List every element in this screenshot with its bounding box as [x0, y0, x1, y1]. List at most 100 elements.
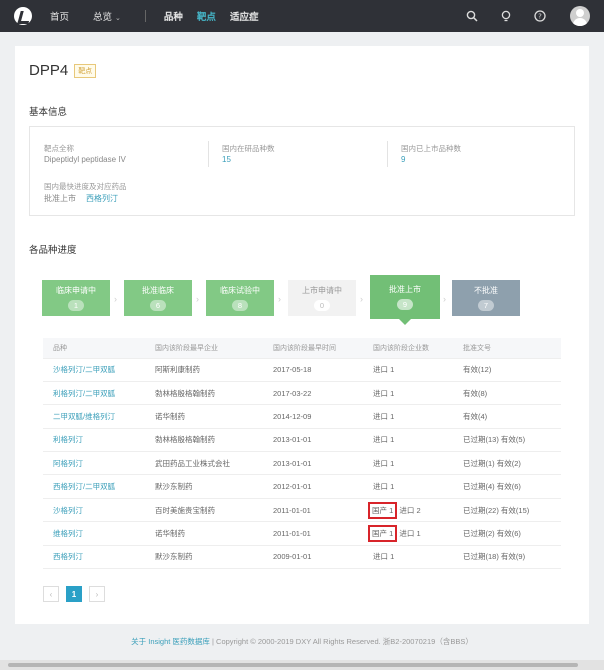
company-cell: 勃林格殷格翰制药 [145, 381, 263, 406]
table-row: 西格列汀 默沙东制药 2009-01-01 进口 1 已过期(18) 有效(9) [43, 545, 561, 570]
drug-name-link[interactable]: 维格列汀 [43, 521, 145, 546]
full-name-label: 靶点全称 [44, 144, 74, 153]
lightbulb-icon[interactable] [500, 10, 512, 22]
company-cell: 诺华制药 [145, 521, 263, 546]
page-1-button[interactable]: 1 [66, 586, 82, 602]
main-nav: 首页 总览 ⌄ 品种 靶点 适应症 [50, 0, 272, 32]
import-count: 进口 1 [399, 528, 421, 538]
count-cell: 进口 1 [363, 381, 453, 406]
fastest-drug-link[interactable]: 西格列汀 [86, 193, 118, 204]
company-cell: 默沙东制药 [145, 545, 263, 570]
about-link[interactable]: 关于 Insight 医药数据库 [131, 637, 210, 646]
company-cell: 诺华制药 [145, 404, 263, 429]
approval-cell: 有效(12) [453, 358, 561, 382]
stage-count: 0 [314, 300, 330, 311]
nav-drug[interactable]: 品种 [164, 9, 183, 23]
help-icon[interactable]: ? [534, 10, 546, 22]
logo-icon[interactable] [14, 7, 32, 25]
count-cell: 进口 1 [363, 474, 453, 499]
col-count: 国内该阶段企业数 [363, 338, 453, 359]
fastest-progress-label: 国内最快进度及对应药品 [44, 182, 127, 191]
date-cell: 2012-01-01 [263, 474, 363, 499]
date-cell: 2013-01-01 [263, 451, 363, 476]
domestic-count-highlight: 国产 1 [368, 501, 398, 519]
table-row: 利格列汀/二甲双胍 勃林格殷格翰制药 2017-03-22 进口 1 有效(8) [43, 381, 561, 406]
title-row: DPP4 靶点 [29, 62, 97, 79]
approval-cell: 已过期(18) 有效(9) [453, 545, 561, 570]
col-approval: 批准文号 [453, 338, 561, 359]
chevron-right-icon: › [114, 294, 117, 304]
table-row: 沙格列汀 百时美施贵宝制药 2011-01-01 国产 1 进口 2 已过期(2… [43, 498, 561, 523]
nav-target[interactable]: 靶点 [197, 9, 216, 23]
import-count: 进口 2 [399, 505, 421, 515]
stage-market-application[interactable]: 上市申请中 0 [288, 280, 356, 316]
stage-label: 上市申请中 [302, 286, 342, 295]
scrollbar-thumb[interactable] [8, 663, 578, 667]
approval-cell: 已过期(1) 有效(2) [453, 451, 561, 476]
marketed-value[interactable]: 9 [401, 155, 405, 164]
count-cell: 进口 1 [363, 404, 453, 429]
next-page-button[interactable]: › [89, 586, 105, 602]
search-icon[interactable] [466, 10, 478, 22]
chevron-right-icon: › [196, 294, 199, 304]
in-research-value[interactable]: 15 [222, 155, 231, 164]
nav-indication[interactable]: 适应症 [230, 9, 259, 23]
main-card: DPP4 靶点 基本信息 靶点全称 Dipeptidyl peptidase I… [15, 46, 589, 624]
approval-cell: 已过期(13) 有效(5) [453, 428, 561, 453]
table-row: 沙格列汀/二甲双胍 阿斯利康制药 2017-05-18 进口 1 有效(12) [43, 358, 561, 382]
drug-name-link[interactable]: 西格列汀 [43, 545, 145, 570]
company-cell: 百时美施贵宝制药 [145, 498, 263, 523]
nav-overview[interactable]: 总览 ⌄ [93, 9, 121, 23]
table-row: 维格列汀 诺华制药 2011-01-01 国产 1 进口 1 已过期(2) 有效… [43, 521, 561, 546]
drug-name-link[interactable]: 沙格列汀 [43, 498, 145, 523]
avatar[interactable] [570, 6, 590, 26]
stage-count: 1 [68, 300, 84, 311]
svg-text:?: ? [538, 13, 542, 21]
chevron-right-icon: › [443, 294, 446, 304]
stage-clinical-approved[interactable]: 批准临床 6 [124, 280, 192, 316]
col-drug: 品种 [43, 338, 145, 359]
info-divider [387, 141, 388, 167]
copyright-text: | Copyright © 2000-2019 DXY All Rights R… [209, 637, 473, 646]
drug-name-link[interactable]: 二甲双胍/维格列汀 [43, 404, 145, 429]
count-cell: 进口 1 [363, 545, 453, 570]
stage-clinical-trial[interactable]: 临床试验中 8 [206, 280, 274, 316]
table-row: 西格列汀/二甲双胍 默沙东制药 2012-01-01 进口 1 已过期(4) 有… [43, 474, 561, 499]
stage-count: 9 [397, 299, 413, 310]
count-cell: 进口 1 [363, 451, 453, 476]
stage-rejected[interactable]: 不批准 7 [452, 280, 520, 316]
target-tag-badge: 靶点 [74, 63, 97, 78]
progress-heading: 各品种进度 [29, 245, 77, 256]
stage-clinical-application[interactable]: 临床申请中 1 [42, 280, 110, 316]
in-research-label: 国内在研品种数 [222, 144, 275, 153]
domestic-count-highlight: 国产 1 [368, 524, 398, 542]
horizontal-scrollbar[interactable] [0, 660, 604, 670]
drug-name-link[interactable]: 沙格列汀/二甲双胍 [43, 358, 145, 382]
col-date: 国内该阶段最早时间 [263, 338, 363, 359]
prev-page-button[interactable]: ‹ [43, 586, 59, 602]
drug-name-link[interactable]: 利格列汀/二甲双胍 [43, 381, 145, 406]
stage-label: 临床试验中 [220, 286, 260, 295]
col-company: 国内该阶段最早企业 [145, 338, 263, 359]
drug-name-link[interactable]: 利格列汀 [43, 428, 145, 453]
chevron-down-icon: ⌄ [115, 15, 121, 22]
date-cell: 2017-05-18 [263, 358, 363, 382]
date-cell: 2011-01-01 [263, 498, 363, 523]
company-cell: 勃林格殷格翰制药 [145, 428, 263, 453]
table-row: 阿格列汀 武田药品工业株式会社 2013-01-01 进口 1 已过期(1) 有… [43, 451, 561, 476]
marketed-label: 国内已上市品种数 [401, 144, 461, 153]
count-cell: 国产 1 进口 2 [363, 498, 453, 523]
stage-market-approved[interactable]: 批准上市 9 [370, 275, 440, 325]
company-cell: 武田药品工业株式会社 [145, 451, 263, 476]
stage-count: 8 [232, 300, 248, 311]
date-cell: 2014-12-09 [263, 404, 363, 429]
page-title: DPP4 [29, 62, 69, 79]
nav-home[interactable]: 首页 [50, 9, 69, 23]
chevron-right-icon: › [278, 294, 281, 304]
date-cell: 2011-01-01 [263, 521, 363, 546]
table-header-row: 品种 国内该阶段最早企业 国内该阶段最早时间 国内该阶段企业数 批准文号 [43, 338, 561, 359]
drug-name-link[interactable]: 西格列汀/二甲双胍 [43, 474, 145, 499]
drug-name-link[interactable]: 阿格列汀 [43, 451, 145, 476]
chevron-right-icon: › [360, 294, 363, 304]
stage-label: 不批准 [474, 286, 498, 295]
